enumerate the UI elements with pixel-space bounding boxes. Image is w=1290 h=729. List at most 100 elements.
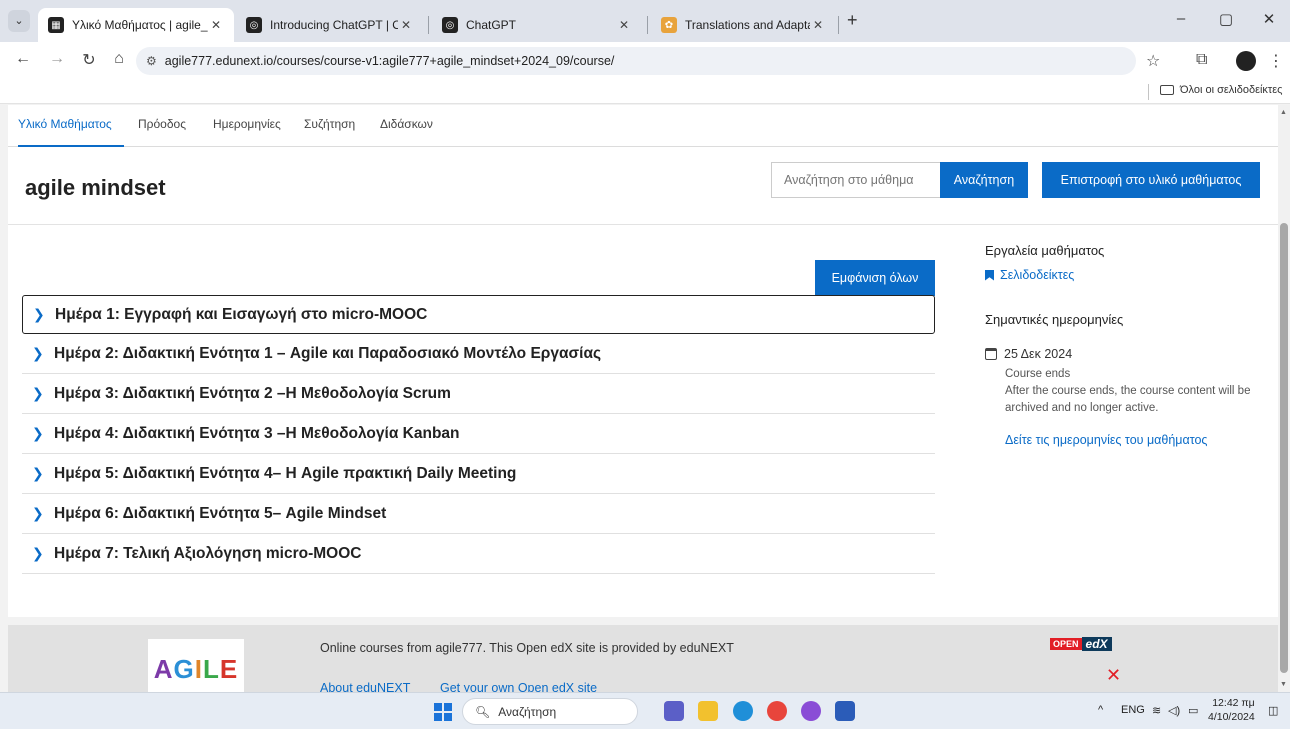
course-tabs: Υλικό Μαθήματος Πρόοδος Ημερομηνίες Συζή…	[8, 105, 1278, 147]
tab-discussion[interactable]: Συζήτηση	[304, 117, 355, 131]
course-search-input[interactable]	[771, 162, 940, 198]
date-details: Course ends After the course ends, the c…	[1005, 366, 1275, 417]
outline-section[interactable]: ❯ Ημέρα 1: Εγγραφή και Εισαγωγή στο micr…	[22, 295, 935, 334]
outline-section[interactable]: ❯ Ημέρα 7: Τελική Αξιολόγηση micro-MOOC	[22, 534, 935, 574]
get-openedx-link[interactable]: Get your own Open edX site	[440, 681, 597, 692]
folder-icon	[1160, 85, 1174, 95]
all-bookmarks-folder[interactable]: Όλοι οι σελιδοδείκτες	[1160, 84, 1283, 96]
site-footer: AGILE Online courses from agile777. This…	[8, 625, 1278, 692]
tab-divider	[647, 16, 648, 34]
home-icon[interactable]: ⌂	[108, 50, 130, 68]
outline-section[interactable]: ❯ Ημέρα 5: Διδακτική Ενότητα 4– Η Agile …	[22, 454, 935, 494]
restore-icon[interactable]: ▢	[1211, 10, 1241, 28]
battery-icon[interactable]: ▭	[1188, 704, 1198, 717]
extensions-icon[interactable]: ⧉	[1196, 51, 1207, 69]
course-outline: ❯ Ημέρα 1: Εγγραφή και Εισαγωγή στο micr…	[22, 295, 935, 574]
outline-section[interactable]: ❯ Ημέρα 2: Διδακτική Ενότητα 1 – Agile κ…	[22, 334, 935, 374]
about-edunext-link[interactable]: About eduNEXT	[320, 681, 410, 692]
page-title: agile mindset	[25, 175, 166, 200]
taskbar-search[interactable]: 🔍︎ Αναζήτηση	[462, 698, 638, 725]
chrome-icon[interactable]	[767, 701, 787, 721]
browser-tab-chatgpt[interactable]: ◎ ChatGPT ✕	[432, 8, 642, 42]
scroll-down-icon[interactable]: ▼	[1280, 681, 1287, 688]
word-icon[interactable]	[835, 701, 855, 721]
browser-tab-openai[interactable]: ◎ Introducing ChatGPT | OpenAI ✕	[236, 8, 424, 42]
bookmarks-divider	[1148, 84, 1149, 100]
tab-course-material[interactable]: Υλικό Μαθήματος	[18, 117, 112, 131]
reload-icon[interactable]: ↻	[78, 50, 100, 70]
address-bar[interactable]: ⚙ agile777.edunext.io/courses/course-v1:…	[136, 47, 1136, 75]
chevron-right-icon: ❯	[32, 385, 44, 401]
bookmarks-link[interactable]: Σελιδοδείκτες	[985, 268, 1275, 282]
course-content: agile mindset Αναζήτηση Επιστροφή στο υλ…	[8, 147, 1278, 617]
search-button[interactable]: Αναζήτηση	[940, 162, 1028, 198]
tab-divider	[428, 16, 429, 34]
chevron-right-icon: ❯	[32, 425, 44, 441]
site-info-icon[interactable]: ⚙	[146, 54, 157, 68]
course-sidebar: Εργαλεία μαθήματος Σελιδοδείκτες Σημαντι…	[985, 243, 1275, 447]
star-bookmark-icon[interactable]: ☆	[1146, 51, 1160, 71]
close-tab-icon[interactable]: ✕	[616, 18, 632, 32]
profile-avatar[interactable]	[1236, 51, 1256, 71]
return-to-course-button[interactable]: Επιστροφή στο υλικό μαθήματος	[1042, 162, 1260, 198]
close-tab-icon[interactable]: ✕	[208, 18, 224, 32]
close-tab-icon[interactable]: ✕	[810, 18, 826, 32]
notifications-icon[interactable]: ◫	[1268, 704, 1278, 717]
date-note: After the course ends, the course conten…	[1005, 385, 1251, 414]
calendar-icon	[985, 348, 997, 360]
date-entry: 25 Δεκ 2024	[985, 347, 1275, 361]
close-window-icon[interactable]: ✕	[1254, 10, 1284, 28]
browser-toolbar: ← → ↻ ⌂ ⚙ agile777.edunext.io/courses/co…	[0, 42, 1290, 80]
tab-instructor[interactable]: Διδάσκων	[380, 117, 433, 131]
openedx-logo[interactable]: OPEN edX	[1050, 637, 1112, 651]
outline-section[interactable]: ❯ Ημέρα 6: Διδακτική Ενότητα 5– Agile Mi…	[22, 494, 935, 534]
outline-section[interactable]: ❯ Ημέρα 4: Διδακτική Ενότητα 3 –Η Μεθοδο…	[22, 414, 935, 454]
taskbar-clock[interactable]: 12:42 πμ 4/10/2024	[1208, 696, 1255, 724]
browser-tab-course[interactable]: ▦ Υλικό Μαθήματος | agile_mind: ✕	[38, 8, 234, 42]
chevron-right-icon: ❯	[32, 545, 44, 561]
tab-search-menu-icon[interactable]: ⌄	[8, 10, 30, 32]
scrollbar-thumb[interactable]	[1280, 223, 1288, 673]
edge-icon[interactable]	[733, 701, 753, 721]
tab-dates[interactable]: Ημερομηνίες	[213, 117, 281, 131]
file-explorer-icon[interactable]	[698, 701, 718, 721]
volume-icon[interactable]: ◁)	[1168, 704, 1180, 717]
date-label: Course ends	[1005, 368, 1071, 380]
new-tab-icon[interactable]: +	[847, 10, 858, 31]
bookmarks-bar: Όλοι οι σελιδοδείκτες	[0, 80, 1290, 104]
minimize-icon[interactable]: –	[1166, 10, 1196, 27]
chatgpt-favicon-icon: ◎	[442, 17, 458, 33]
expand-all-button[interactable]: Εμφάνιση όλων	[815, 260, 935, 296]
forward-icon[interactable]: →	[46, 50, 68, 68]
viber-icon[interactable]	[801, 701, 821, 721]
chevron-right-icon: ❯	[33, 306, 45, 322]
tab-progress[interactable]: Πρόοδος	[138, 117, 186, 131]
wifi-icon[interactable]: ≋	[1152, 704, 1161, 717]
agile-logo[interactable]: AGILE	[148, 639, 244, 692]
browser-tab-translations[interactable]: ✿ Translations and Adaptations – ✕	[651, 8, 836, 42]
teams-icon[interactable]	[664, 701, 684, 721]
course-favicon-icon: ▦	[48, 17, 64, 33]
course-tools-heading: Εργαλεία μαθήματος	[985, 243, 1105, 258]
openedx-cross-icon: ✕	[1106, 665, 1122, 685]
chevron-right-icon: ❯	[32, 345, 44, 361]
page-scrollbar[interactable]: ▲ ▼	[1278, 105, 1290, 692]
back-icon[interactable]: ←	[12, 50, 34, 68]
tray-chevron-up-icon[interactable]: ^	[1098, 704, 1103, 716]
search-icon: 🔍︎	[475, 704, 491, 719]
chevron-right-icon: ❯	[32, 465, 44, 481]
outline-section[interactable]: ❯ Ημέρα 3: Διδακτική Ενότητα 2 –Η Μεθοδο…	[22, 374, 935, 414]
view-course-dates-link[interactable]: Δείτε τις ημερομηνίες του μαθήματος	[1005, 433, 1275, 447]
windows-start-icon[interactable]	[434, 703, 452, 721]
chevron-right-icon: ❯	[32, 505, 44, 521]
close-tab-icon[interactable]: ✕	[398, 18, 414, 32]
language-indicator[interactable]: ENG	[1121, 704, 1145, 716]
header-divider	[8, 224, 1278, 225]
tab-divider	[838, 16, 839, 34]
openai-favicon-icon: ◎	[246, 17, 262, 33]
scroll-up-icon[interactable]: ▲	[1280, 109, 1287, 116]
bookmark-icon	[985, 269, 994, 281]
page-viewport: Υλικό Μαθήματος Πρόοδος Ημερομηνίες Συζή…	[0, 105, 1278, 692]
browser-menu-icon[interactable]: ⋮	[1268, 51, 1284, 71]
url-text: agile777.edunext.io/courses/course-v1:ag…	[164, 54, 615, 68]
